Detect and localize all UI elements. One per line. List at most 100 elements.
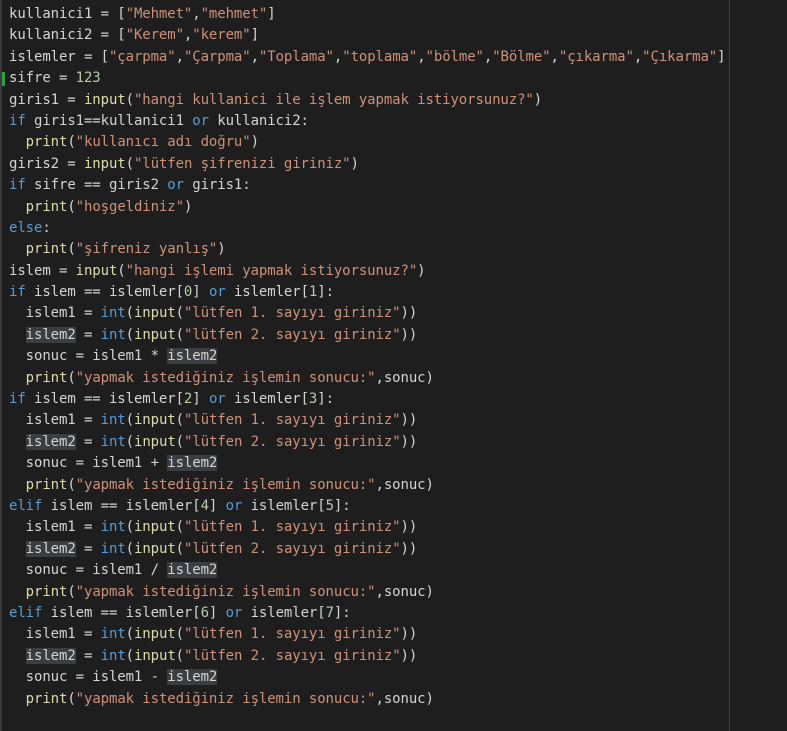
token-num: 6 — [200, 604, 209, 621]
code-line[interactable]: print("hoşgeldiniz") — [9, 197, 725, 218]
code-line[interactable]: sifre = 123 — [9, 68, 725, 89]
token-str: "kerem" — [192, 27, 251, 44]
code-line[interactable]: elif islem == islemler[6] or islemler[7]… — [9, 603, 725, 624]
token-text: ]: — [333, 604, 351, 621]
code-line[interactable]: if islem == islemler[2] or islemler[3]: — [9, 389, 725, 410]
git-change-indicator[interactable] — [2, 72, 5, 86]
token-text: ( — [117, 262, 126, 279]
token-text: ( — [175, 412, 184, 429]
code-line[interactable]: if islem == islemler[0] or islemler[1]: — [9, 282, 725, 303]
code-line[interactable]: sonuc = islem1 * islem2 — [9, 346, 725, 367]
token-text: ,sonuc) — [375, 690, 434, 707]
token-str: "hangi kullanici ile işlem yapmak istiyo… — [133, 91, 534, 108]
code-line[interactable]: print("yapmak istediğiniz işlemin sonucu… — [9, 475, 725, 496]
token-text: islemler[ — [225, 284, 309, 301]
token-kw: int — [100, 626, 126, 643]
code-line[interactable]: islem1 = int(input("lütfen 1. sayıyı gir… — [9, 303, 725, 324]
token-kw: if — [9, 112, 26, 129]
token-text: ( — [125, 626, 134, 643]
token-text: ] — [250, 27, 259, 44]
token-hl: islem2 — [167, 455, 218, 472]
code-line[interactable]: giris2 = input("lütfen şifrenizi giriniz… — [9, 154, 725, 175]
code-line[interactable]: islem1 = int(input("lütfen 1. sayıyı gir… — [9, 410, 725, 431]
code-line[interactable]: print("yapmak istediğiniz işlemin sonucu… — [9, 689, 725, 710]
token-kw: or — [208, 284, 226, 301]
token-num: 1 — [308, 284, 318, 301]
token-fn: input — [133, 412, 176, 429]
code-line[interactable]: if giris1==kullanici1 or kullanici2: — [9, 111, 725, 132]
code-line[interactable]: islem2 = int(input("lütfen 2. sayıyı gir… — [9, 646, 725, 667]
token-str: "lütfen 2. sayıyı giriniz" — [184, 540, 401, 557]
token-fn: input — [134, 540, 176, 557]
token-text: = — [75, 647, 101, 664]
token-text: ( — [125, 433, 134, 450]
token-hl: islem2 — [25, 326, 76, 343]
token-text: kullanici2: — [208, 112, 309, 129]
code-line[interactable]: if sifre == giris2 or giris1: — [9, 175, 725, 196]
token-text: ]: — [333, 497, 351, 514]
token-str: "Bölme" — [492, 48, 551, 65]
code-line[interactable]: sonuc = islem1 / islem2 — [9, 560, 725, 581]
code-line[interactable]: print("yapmak istediğiniz işlemin sonucu… — [9, 582, 725, 603]
token-str: "yapmak istediğiniz işlemin sonucu:" — [75, 583, 376, 600]
code-text-area[interactable]: kullanici1 = ["Mehmet","mehmet"] kullanic… — [9, 4, 726, 710]
code-line[interactable]: islem2 = int(input("lütfen 2. sayıyı gir… — [9, 432, 725, 453]
token-text: ) — [183, 198, 193, 215]
token-hl: islem2 — [167, 562, 218, 579]
token-kw: int — [100, 647, 126, 664]
token-fn: input — [133, 626, 176, 643]
token-kw: if — [9, 177, 26, 194]
token-kw: or — [167, 177, 184, 194]
token-text: islem == islemler[ — [25, 391, 184, 408]
code-line[interactable]: kullanici1 = ["Mehmet","mehmet"] — [9, 4, 725, 25]
code-line[interactable]: print("yapmak istediğiniz işlemin sonucu… — [9, 368, 725, 389]
token-text: ( — [125, 540, 134, 557]
token-text: ) — [350, 155, 359, 172]
token-text: ( — [125, 91, 134, 108]
token-kw: if — [9, 284, 26, 301]
token-text: ]: — [317, 391, 334, 408]
token-text: sifre == giris2 — [25, 177, 168, 194]
token-text: : — [42, 219, 51, 236]
token-str: "lütfen 2. sayıyı giriniz" — [184, 433, 401, 450]
code-line[interactable]: print("şifreniz yanlış") — [9, 239, 725, 260]
code-line[interactable]: giris1 = input("hangi kullanici ile işle… — [9, 90, 725, 111]
token-text: ( — [175, 433, 184, 450]
code-line[interactable]: sonuc = islem1 + islem2 — [9, 453, 725, 474]
code-line[interactable]: print("kullanıcı adı doğru") — [9, 132, 725, 153]
token-kw: int — [100, 540, 126, 557]
code-line[interactable]: islem2 = int(input("lütfen 2. sayıyı gir… — [9, 325, 725, 346]
token-str: "çıkarma" — [558, 48, 634, 65]
code-line[interactable]: islem1 = int(input("lütfen 1. sayıyı gir… — [9, 517, 725, 538]
code-editor[interactable]: kullanici1 = ["Mehmet","mehmet"] kullanic… — [0, 0, 787, 731]
token-text: )) — [400, 540, 418, 557]
token-text: ] — [267, 6, 276, 22]
token-hl: islem2 — [25, 433, 76, 450]
token-text: islem == islemler[ — [42, 604, 201, 621]
code-line[interactable]: islem = input("hangi işlemi yapmak istiy… — [9, 261, 725, 282]
token-str: "lütfen 1. sayıyı giriniz" — [183, 626, 401, 643]
token-fn: print — [25, 134, 68, 151]
token-fn: print — [25, 198, 68, 215]
token-num: 5 — [325, 497, 334, 514]
token-str: "yapmak istediğiniz işlemin sonucu:" — [75, 690, 376, 707]
token-text: , — [483, 48, 493, 65]
token-text: islem = — [9, 262, 76, 279]
token-text: ( — [67, 241, 76, 258]
code-line[interactable]: sonuc = islem1 - islem2 — [9, 667, 725, 688]
code-line[interactable]: elif islem == islemler[4] or islemler[5]… — [9, 496, 725, 517]
token-str: "Çarpma" — [183, 48, 251, 65]
token-text: ) — [250, 134, 259, 151]
token-fn: print — [25, 690, 68, 707]
token-fn: print — [25, 369, 68, 386]
code-line[interactable]: islem1 = int(input("lütfen 1. sayıyı gir… — [9, 624, 725, 645]
code-line[interactable]: islem2 = int(input("lütfen 2. sayıyı gir… — [9, 539, 725, 560]
token-text: ] — [717, 48, 726, 65]
code-line[interactable]: islemler = ["çarpma","Çarpma","Toplama",… — [9, 47, 726, 68]
code-line[interactable]: kullanici2 = ["Kerem","kerem"] — [9, 25, 725, 46]
token-text: ] — [192, 391, 209, 408]
code-line[interactable]: else: — [9, 218, 725, 239]
